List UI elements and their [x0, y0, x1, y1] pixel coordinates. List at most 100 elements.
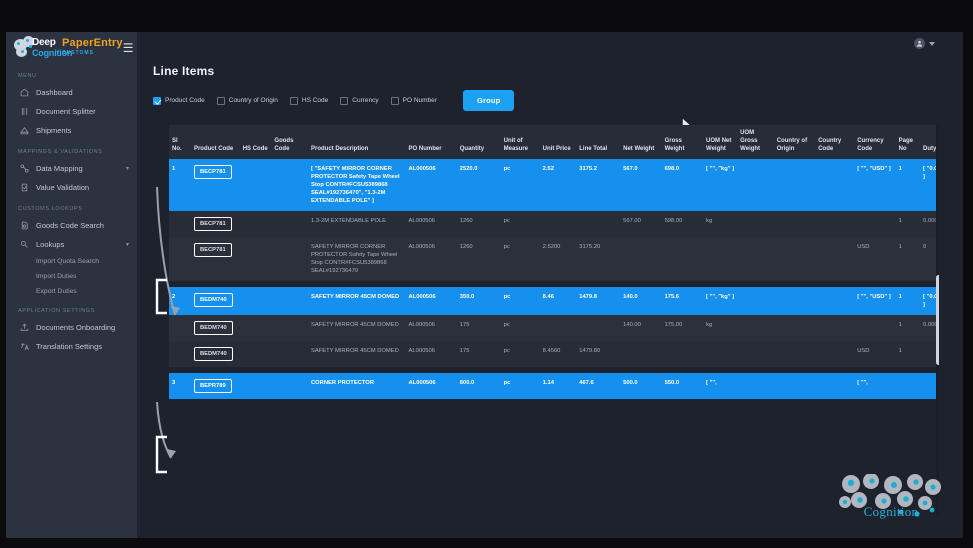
col-uom-net-weight[interactable]: UOM Net Weight [703, 125, 738, 159]
table-row-group[interactable]: 3 BEPR789 CORNER PROTECTOR AL000506 800.0 pc 1… [169, 373, 939, 399]
filter-product-code[interactable]: Product Code [153, 96, 205, 105]
cell-currency-code: [ "", "USD" ] [854, 287, 896, 315]
cell-quantity: 800.0 [456, 373, 501, 399]
col-goods-code[interactable]: Goods Code [271, 125, 308, 159]
sidebar-subitem-import-quota-search[interactable]: Import Quota Search [6, 254, 137, 269]
col-sl-no[interactable]: Sl No. [169, 125, 191, 159]
group-button[interactable]: Group [462, 90, 515, 111]
sidebar-item-label: Data Mapping [36, 164, 83, 173]
sidebar-item-lookups[interactable]: Lookups ▾ [6, 235, 137, 254]
checkbox-hs-code[interactable] [289, 96, 298, 105]
filter-currency[interactable]: Currency [340, 96, 379, 105]
checkbox-po-number[interactable] [390, 96, 399, 105]
cell-page-no: 1 [895, 237, 921, 281]
filter-hs-code[interactable]: HS Code [289, 96, 328, 105]
sidebar-subitem-export-duties[interactable]: Export Duties [6, 284, 137, 299]
cell-net-weight: 567.00 [620, 211, 662, 237]
col-country-of-origin[interactable]: Country of Origin [773, 125, 816, 159]
cell-uom-net-weight: kg [703, 315, 738, 341]
cell-uom: pc [500, 237, 540, 281]
sidebar-item-dashboard[interactable]: Dashboard [6, 83, 137, 102]
cell-quantity: 2520.0 [456, 159, 501, 211]
col-unit-price[interactable]: Unit Price [539, 125, 577, 159]
app-window: Deep Cognition PaperEntry CUSTOMS ☰ MENU… [0, 0, 973, 548]
sidebar-item-documents-onboarding[interactable]: Documents Onboarding [6, 318, 137, 337]
col-po-number[interactable]: PO Number [405, 125, 457, 159]
user-menu[interactable] [914, 38, 935, 49]
sidebar-item-document-splitter[interactable]: Document Splitter [6, 102, 137, 121]
cell-country-of-origin [773, 159, 816, 211]
sidebar-item-value-validation[interactable]: Value Validation [6, 178, 137, 197]
chevron-down-icon[interactable]: ▾ [126, 165, 129, 172]
cell-goods-code [271, 211, 308, 237]
col-uom-gross-weight[interactable]: UOM Gross Weight [737, 125, 774, 159]
hamburger-icon[interactable]: ☰ [123, 42, 134, 54]
checkbox-product-code[interactable] [153, 96, 161, 105]
cell-country-code [815, 315, 855, 341]
product-code-chip[interactable]: BEDM740 [193, 293, 233, 307]
cell-quantity: 350.0 [456, 287, 501, 315]
chevron-up-icon[interactable]: ▾ [126, 241, 129, 248]
cell-currency-code: [ "", "USD" ] [854, 159, 896, 211]
user-avatar-icon[interactable] [914, 38, 925, 49]
table-row-group[interactable]: 1 BECP781[ "SAFETY MIRROR CORNER PROTECTO… [169, 159, 939, 211]
split-icon [20, 107, 29, 116]
col-product-description[interactable]: Product Description [307, 125, 406, 159]
product-code-chip[interactable]: BECP781 [193, 217, 232, 231]
product-code-chip[interactable]: BEDM740 [193, 321, 233, 335]
cell-description: SAFETY MIRROR 45CM DOMED [307, 315, 406, 341]
cell-line-total: 467.6 [576, 373, 621, 399]
cell-sl [169, 237, 191, 281]
checkbox-currency[interactable] [340, 96, 349, 105]
cell-sl [169, 341, 191, 367]
cell-net-weight: 567.0 [620, 159, 662, 211]
cell-uom-net-weight: [ "", "kg" ] [703, 287, 738, 315]
cell-uom-gross-weight [737, 315, 774, 341]
cell-unit-price: 8.46 [539, 287, 577, 315]
product-code-chip[interactable]: BECP781 [193, 243, 232, 257]
col-gross-weight[interactable]: Gross Weight [661, 125, 704, 159]
table-row-child[interactable]: BECP781 SAFETY MIRROR CORNER PROTECTOR Sa… [169, 237, 939, 281]
cell-country-of-origin [773, 211, 816, 237]
checkbox-country-of-origin[interactable] [216, 96, 225, 105]
col-hs-code[interactable]: HS Code [239, 125, 272, 159]
cell-page-no: 1 [895, 211, 921, 237]
filter-country-of-origin[interactable]: Country of Origin [216, 96, 278, 105]
product-code-chip[interactable]: BEDM740 [193, 347, 233, 361]
table-row-group[interactable]: 2 BEDM740 SAFETY MIRROR 45CM DOMED AL000506… [169, 287, 939, 315]
cell-unit-price: 1.14 [539, 373, 577, 399]
col-page-no[interactable]: Page No [895, 125, 921, 159]
table-body: 1 BECP781[ "SAFETY MIRROR CORNER PROTECTO… [169, 159, 939, 399]
cell-unit-price [539, 211, 577, 237]
line-items-table-container[interactable]: Sl No. Product Code HS Code Goods Code P… [169, 125, 939, 515]
sidebar-item-data-mapping[interactable]: Data Mapping ▾ [6, 159, 137, 178]
col-currency-code[interactable]: Currency Code [854, 125, 896, 159]
sidebar-item-shipments[interactable]: Shipments [6, 121, 137, 140]
chevron-down-icon[interactable] [929, 41, 935, 46]
product-code-chip[interactable]: BEPR789 [193, 379, 232, 393]
product-code-chip[interactable]: BECP781 [193, 165, 232, 179]
col-country-code[interactable]: Country Code [815, 125, 855, 159]
col-net-weight[interactable]: Net Weight [620, 125, 662, 159]
sidebar-subitem-import-duties[interactable]: Import Duties [6, 269, 137, 284]
vertical-scrollbar[interactable] [936, 125, 939, 515]
col-line-total[interactable]: Line Total [576, 125, 621, 159]
table-row-child[interactable]: BECP781 1.3-2M EXTENDABLE POLE AL000506 126… [169, 211, 939, 237]
cell-quantity: 1260 [456, 237, 501, 281]
cell-net-weight: 500.0 [620, 373, 662, 399]
col-quantity[interactable]: Quantity [456, 125, 501, 159]
table-row-child[interactable]: BEDM740 SAFETY MIRROR 45CM DOMED AL000506 1… [169, 315, 939, 341]
brand-header: Deep Cognition PaperEntry CUSTOMS ☰ [6, 32, 137, 64]
col-product-code[interactable]: Product Code [190, 125, 240, 159]
sidebar-item-translation-settings[interactable]: Translation Settings [6, 337, 137, 356]
col-unit-of-measure[interactable]: Unit of Measure [500, 125, 540, 159]
cell-gross-weight: 550.0 [661, 373, 704, 399]
filter-po-number[interactable]: PO Number [390, 96, 437, 105]
filter-label: Currency [352, 97, 379, 104]
sidebar-section-mappings: MAPPINGS & VALIDATIONS [18, 149, 103, 155]
scrollbar-thumb[interactable] [936, 275, 939, 365]
cell-description: SAFETY MIRROR 45CM DOMED [307, 287, 406, 315]
sidebar-item-goods-code-search[interactable]: Goods Code Search [6, 216, 137, 235]
cell-hs-code [239, 287, 272, 315]
table-row-child[interactable]: BEDM740 SAFETY MIRROR 45CM DOMED AL000506 1… [169, 341, 939, 367]
